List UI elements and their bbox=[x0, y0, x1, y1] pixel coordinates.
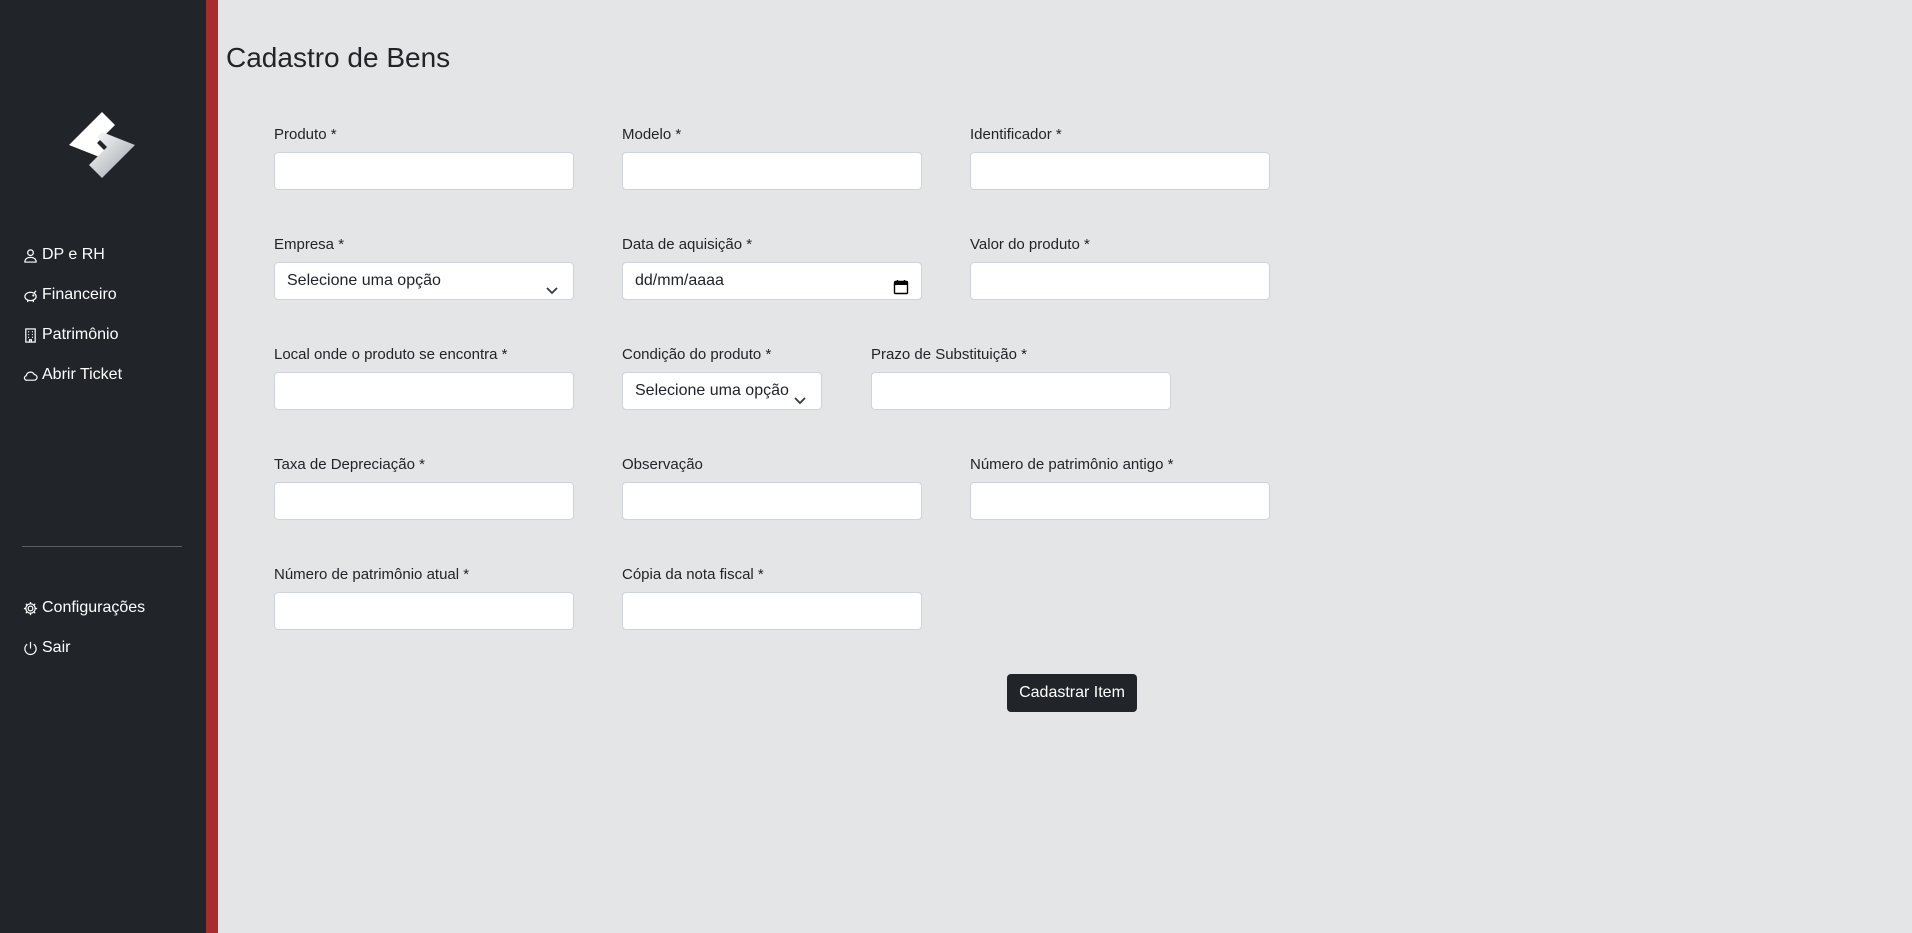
identificador-input[interactable] bbox=[970, 152, 1270, 190]
nav-item-label: DP e RH bbox=[42, 246, 105, 263]
local-input[interactable] bbox=[274, 372, 574, 410]
chevron-down-icon bbox=[545, 275, 559, 295]
building-icon bbox=[22, 327, 38, 343]
produto-input[interactable] bbox=[274, 152, 574, 190]
field-valor-produto: Valor do produto * bbox=[970, 234, 1270, 300]
field-label: Cópia da nota fiscal * bbox=[622, 566, 764, 583]
nav-item-sair[interactable]: Sair bbox=[22, 628, 145, 668]
field-modelo: Modelo * bbox=[622, 124, 922, 190]
person-icon bbox=[22, 247, 38, 263]
nota-fiscal-input[interactable] bbox=[622, 592, 922, 630]
secondary-nav: Configurações Sair bbox=[22, 588, 145, 668]
condicao-select[interactable]: Selecione uma opção bbox=[622, 372, 822, 410]
company-logo[interactable] bbox=[67, 110, 137, 180]
field-label: Modelo * bbox=[622, 126, 682, 143]
field-patrimonio-atual: Número de patrimônio atual * bbox=[274, 564, 574, 630]
field-label: Local onde o produto se encontra * bbox=[274, 346, 508, 363]
field-label: Observação bbox=[622, 456, 703, 473]
field-patrimonio-antigo: Número de patrimônio antigo * bbox=[970, 454, 1270, 520]
gear-icon bbox=[22, 600, 38, 616]
field-empresa: Empresa * Selecione uma opção bbox=[274, 234, 574, 300]
field-label: Prazo de Substituição * bbox=[871, 346, 1027, 363]
field-label: Número de patrimônio antigo * bbox=[970, 456, 1174, 473]
nav-item-label: Patrimônio bbox=[42, 326, 119, 343]
field-prazo: Prazo de Substituição * bbox=[871, 344, 1171, 410]
field-label: Valor do produto * bbox=[970, 236, 1090, 253]
field-label: Condição do produto * bbox=[622, 346, 772, 363]
empresa-select[interactable]: Selecione uma opção bbox=[274, 262, 574, 300]
field-taxa: Taxa de Depreciação * bbox=[274, 454, 574, 520]
field-produto: Produto * bbox=[274, 124, 574, 190]
cloud-icon bbox=[22, 367, 38, 383]
nav-item-label: Sair bbox=[42, 639, 71, 656]
field-nota-fiscal: Cópia da nota fiscal * bbox=[622, 564, 922, 630]
patrimonio-atual-input[interactable] bbox=[274, 592, 574, 630]
sidebar: DP e RH Financeiro Patrimônio Abrir Tick… bbox=[0, 0, 206, 933]
nav-item-dp-rh[interactable]: DP e RH bbox=[22, 235, 122, 275]
date-placeholder: dd/mm/aaaa bbox=[635, 272, 724, 289]
chevron-down-icon bbox=[793, 385, 807, 405]
field-local: Local onde o produto se encontra * bbox=[274, 344, 574, 410]
field-label: Data de aquisição * bbox=[622, 236, 753, 253]
observacao-input[interactable] bbox=[622, 482, 922, 520]
nav-item-label: Abrir Ticket bbox=[42, 366, 123, 383]
sidebar-divider bbox=[22, 546, 182, 547]
nav-item-label: Configurações bbox=[42, 599, 146, 616]
taxa-input[interactable] bbox=[274, 482, 574, 520]
field-label: Número de patrimônio atual * bbox=[274, 566, 470, 583]
nav-item-label: Financeiro bbox=[42, 286, 117, 303]
sidebar-accent-bar bbox=[206, 0, 218, 933]
select-value: Selecione uma opção bbox=[287, 272, 441, 289]
modelo-input[interactable] bbox=[622, 152, 922, 190]
field-label: Empresa * bbox=[274, 236, 345, 253]
field-label: Taxa de Depreciação * bbox=[274, 456, 425, 473]
select-value: Selecione uma opção bbox=[635, 382, 789, 399]
field-label: Identificador * bbox=[970, 126, 1062, 143]
valor-produto-input[interactable] bbox=[970, 262, 1270, 300]
calendar-icon[interactable] bbox=[893, 273, 909, 295]
cadastrar-item-button[interactable]: Cadastrar Item bbox=[1007, 674, 1137, 712]
nav-item-financeiro[interactable]: Financeiro bbox=[22, 275, 122, 315]
field-data-aquisicao: Data de aquisição * dd/mm/aaaa bbox=[622, 234, 922, 300]
page-title: Cadastro de Bens bbox=[226, 42, 451, 73]
field-label: Produto * bbox=[274, 126, 337, 143]
field-observacao: Observação bbox=[622, 454, 922, 520]
nav-item-abrir-ticket[interactable]: Abrir Ticket bbox=[22, 355, 122, 395]
patrimonio-antigo-input[interactable] bbox=[970, 482, 1270, 520]
nav-item-configuracoes[interactable]: Configurações bbox=[22, 588, 145, 628]
prazo-input[interactable] bbox=[871, 372, 1171, 410]
field-identificador: Identificador * bbox=[970, 124, 1270, 190]
power-icon bbox=[22, 640, 38, 656]
data-aquisicao-date-input[interactable]: dd/mm/aaaa bbox=[622, 262, 922, 300]
field-condicao: Condição do produto * Selecione uma opçã… bbox=[622, 344, 822, 410]
main-nav: DP e RH Financeiro Patrimônio Abrir Tick… bbox=[22, 235, 122, 395]
nav-item-patrimonio[interactable]: Patrimônio bbox=[22, 315, 122, 355]
piggy-bank-icon bbox=[22, 287, 38, 303]
